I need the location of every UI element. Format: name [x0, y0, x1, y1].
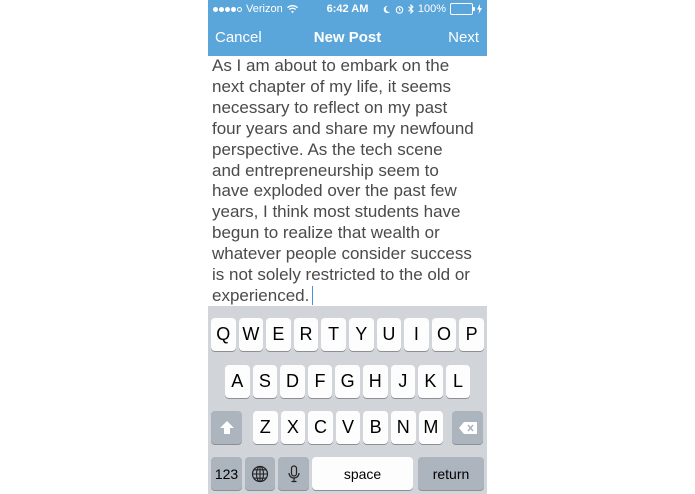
key-y[interactable]: Y: [349, 318, 374, 351]
key-s[interactable]: S: [252, 365, 278, 398]
globe-icon: [251, 465, 269, 482]
text-cursor: [312, 285, 314, 305]
key-w[interactable]: W: [238, 318, 264, 351]
bluetooth-icon: [408, 4, 414, 14]
key-h[interactable]: H: [363, 365, 388, 398]
key-n[interactable]: N: [391, 411, 416, 444]
status-bar: Verizon 6:42 AM 100%: [208, 0, 487, 18]
key-q[interactable]: Q: [211, 318, 236, 351]
battery-percent: 100%: [417, 3, 446, 15]
key-t[interactable]: T: [321, 318, 346, 351]
keyboard: QWERTYUIOP ASDFGHJKL ZXCVBNM 123 space r…: [208, 306, 487, 494]
status-right: 100%: [382, 3, 482, 15]
key-x[interactable]: X: [280, 411, 306, 444]
key-m[interactable]: M: [418, 411, 444, 444]
next-button[interactable]: Next: [448, 29, 479, 46]
page-title: New Post: [313, 29, 382, 46]
key-b[interactable]: B: [363, 411, 388, 444]
key-o[interactable]: O: [431, 318, 457, 351]
space-key[interactable]: space: [312, 457, 413, 490]
key-u[interactable]: U: [376, 318, 402, 351]
delete-icon: [458, 421, 477, 434]
key-f[interactable]: F: [307, 365, 333, 398]
globe-key[interactable]: [245, 457, 275, 490]
phone-screen: Verizon 6:42 AM 100% Cancel New Post Nex…: [208, 0, 487, 494]
microphone-icon: [287, 464, 300, 482]
key-k[interactable]: K: [418, 365, 443, 398]
shift-icon: [219, 421, 234, 434]
key-z[interactable]: Z: [253, 411, 278, 444]
charging-bolt-icon: [477, 4, 482, 14]
key-j[interactable]: J: [390, 365, 416, 398]
key-r[interactable]: R: [293, 318, 319, 351]
key-c[interactable]: C: [308, 411, 333, 444]
key-g[interactable]: G: [335, 365, 360, 398]
key-d[interactable]: D: [280, 365, 305, 398]
dictation-key[interactable]: [278, 457, 309, 490]
key-l[interactable]: L: [445, 365, 471, 398]
key-e[interactable]: E: [266, 318, 291, 351]
key-a[interactable]: A: [225, 365, 250, 398]
post-text-area[interactable]: As I am about to embark on the next chap…: [212, 56, 484, 306]
post-text: As I am about to embark on the next chap…: [212, 56, 474, 305]
numbers-key[interactable]: 123: [211, 457, 242, 490]
battery-icon: [450, 3, 475, 15]
return-key[interactable]: return: [418, 457, 484, 490]
nav-bar: Cancel New Post Next: [208, 18, 487, 56]
moon-icon: [383, 5, 390, 13]
key-v[interactable]: V: [335, 411, 361, 444]
key-i[interactable]: I: [404, 318, 429, 351]
alarm-icon: [395, 5, 404, 14]
delete-key[interactable]: [452, 411, 483, 444]
shift-key[interactable]: [211, 411, 242, 444]
key-p[interactable]: P: [459, 318, 484, 351]
